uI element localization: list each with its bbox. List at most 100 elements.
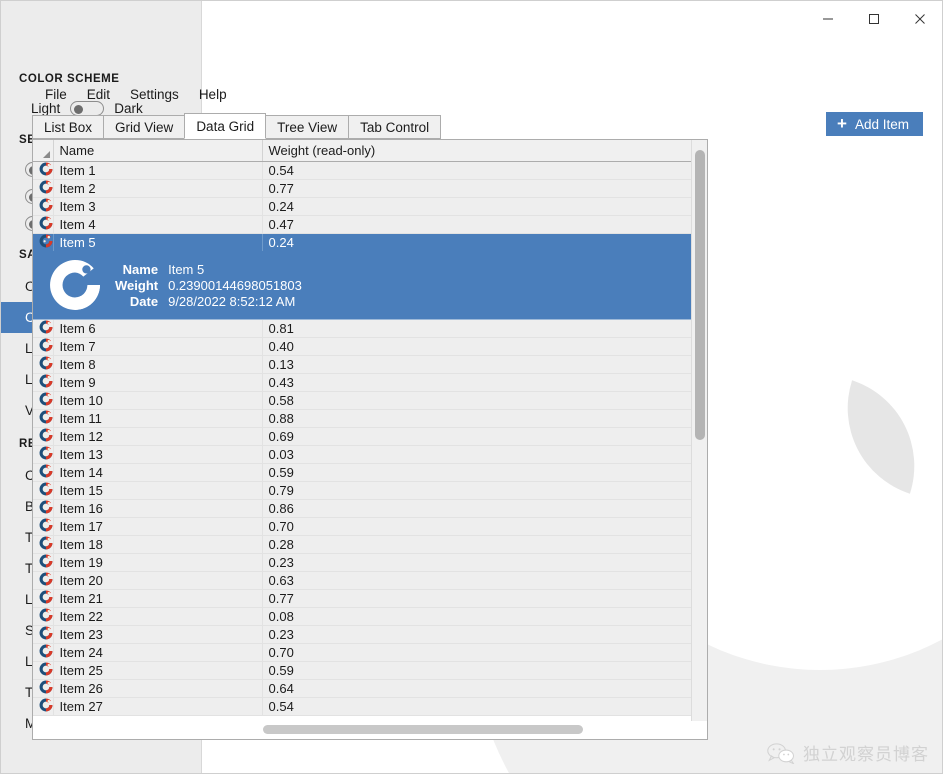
column-header-name[interactable]: Name: [53, 140, 263, 162]
cell-weight: 0.81: [262, 319, 692, 338]
cell-name[interactable]: Item 1: [53, 161, 263, 180]
cell-name[interactable]: Item 19: [53, 553, 263, 572]
cell-name[interactable]: Item 9: [53, 373, 263, 392]
tab-data-grid[interactable]: Data Grid: [184, 113, 267, 139]
cell-name[interactable]: Item 17: [53, 517, 263, 536]
cell-weight: 0.47: [262, 215, 692, 234]
cell-weight: 0.13: [262, 355, 692, 374]
row-item-icon: [33, 607, 54, 626]
horizontal-scrollbar[interactable]: [33, 721, 707, 739]
row-item-icon: [33, 589, 54, 608]
vertical-scrollbar-thumb[interactable]: [695, 150, 705, 440]
close-button[interactable]: [897, 0, 943, 38]
cell-name[interactable]: Item 21: [53, 589, 263, 608]
cell-name[interactable]: Item 12: [53, 427, 263, 446]
cell-name[interactable]: Item 25: [53, 661, 263, 680]
table-row[interactable]: Item 11 0.88: [33, 409, 692, 428]
table-row[interactable]: Item 16 0.86: [33, 499, 692, 518]
table-row[interactable]: Item 10 0.58: [33, 391, 692, 410]
row-item-icon: [33, 373, 54, 392]
table-row[interactable]: Item 15 0.79: [33, 481, 692, 500]
table-row[interactable]: Item 20 0.63: [33, 571, 692, 590]
add-item-button[interactable]: + Add Item: [826, 112, 923, 136]
select-all-corner-header[interactable]: [33, 140, 54, 162]
cell-name[interactable]: Item 10: [53, 391, 263, 410]
data-grid-body: Item 1 0.54 Item 2 0.77 Item 3 0.24 Item 4 0.47…: [33, 161, 692, 716]
table-row[interactable]: Item 4 0.47: [33, 215, 692, 234]
detail-value-name: Item 5: [168, 261, 205, 277]
row-detail-panel: Name Item 5 Weight 0.23900144698051803 Date 9…: [33, 251, 692, 320]
corner-triangle-icon: [42, 150, 50, 158]
table-row[interactable]: Item 5 0.24: [33, 233, 692, 252]
cell-name[interactable]: Item 13: [53, 445, 263, 464]
table-row[interactable]: Item 1 0.54: [33, 161, 692, 180]
row-item-icon: [33, 625, 54, 644]
cell-name[interactable]: Item 15: [53, 481, 263, 500]
menu-item-edit[interactable]: Edit: [78, 84, 119, 105]
table-row[interactable]: Item 23 0.23: [33, 625, 692, 644]
minimize-button[interactable]: [805, 0, 851, 38]
table-row[interactable]: Item 9 0.43: [33, 373, 692, 392]
cell-name[interactable]: Item 16: [53, 499, 263, 518]
cell-name[interactable]: Item 14: [53, 463, 263, 482]
table-row[interactable]: Item 27 0.54: [33, 697, 692, 716]
cell-name[interactable]: Item 26: [53, 679, 263, 698]
table-row[interactable]: Item 13 0.03: [33, 445, 692, 464]
table-row[interactable]: Item 14 0.59: [33, 463, 692, 482]
table-row[interactable]: Item 2 0.77: [33, 179, 692, 198]
column-header-weight[interactable]: Weight (read-only): [262, 140, 692, 162]
table-row[interactable]: Item 25 0.59: [33, 661, 692, 680]
row-item-icon: [33, 319, 54, 338]
cell-name[interactable]: Item 23: [53, 625, 263, 644]
table-row[interactable]: Item 7 0.40: [33, 337, 692, 356]
cell-weight: 0.24: [262, 233, 692, 252]
row-item-icon: [33, 179, 54, 198]
table-row[interactable]: Item 26 0.64: [33, 679, 692, 698]
cell-weight: 0.59: [262, 661, 692, 680]
tab-list-box[interactable]: List Box: [32, 115, 105, 139]
cell-weight: 0.03: [262, 445, 692, 464]
cell-weight: 0.86: [262, 499, 692, 518]
table-row[interactable]: Item 17 0.70: [33, 517, 692, 536]
table-row[interactable]: Item 12 0.69: [33, 427, 692, 446]
row-item-icon: [33, 337, 54, 356]
table-row[interactable]: Item 8 0.13: [33, 355, 692, 374]
table-row[interactable]: Item 6 0.81: [33, 319, 692, 338]
cell-name[interactable]: Item 18: [53, 535, 263, 554]
menu-item-file[interactable]: File: [36, 84, 76, 105]
maximize-button[interactable]: [851, 0, 897, 38]
cell-name[interactable]: Item 4: [53, 215, 263, 234]
table-row[interactable]: Item 18 0.28: [33, 535, 692, 554]
table-row[interactable]: Item 3 0.24: [33, 197, 692, 216]
cell-name[interactable]: Item 22: [53, 607, 263, 626]
cell-weight: 0.79: [262, 481, 692, 500]
add-item-label: Add Item: [854, 116, 909, 132]
cell-name[interactable]: Item 8: [53, 355, 263, 374]
tab-tab-control[interactable]: Tab Control: [348, 115, 442, 139]
table-row[interactable]: Item 24 0.70: [33, 643, 692, 662]
cell-name[interactable]: Item 2: [53, 179, 263, 198]
cell-name[interactable]: Item 7: [53, 337, 263, 356]
horizontal-scrollbar-thumb[interactable]: [263, 725, 583, 734]
row-item-icon: [33, 643, 54, 662]
cell-name[interactable]: Item 5: [53, 233, 263, 252]
cell-name[interactable]: Item 24: [53, 643, 263, 662]
menu-item-help[interactable]: Help: [190, 84, 236, 105]
cell-name[interactable]: Item 6: [53, 319, 263, 338]
tab-label: Data Grid: [196, 118, 255, 134]
row-item-icon: [33, 553, 54, 572]
row-item-icon: [33, 355, 54, 374]
cell-name[interactable]: Item 11: [53, 409, 263, 428]
cell-name[interactable]: Item 20: [53, 571, 263, 590]
window-controls: [805, 0, 943, 38]
table-row[interactable]: Item 19 0.23: [33, 553, 692, 572]
cell-name[interactable]: Item 27: [53, 697, 263, 716]
cell-name[interactable]: Item 3: [53, 197, 263, 216]
menu-item-settings[interactable]: Settings: [121, 84, 188, 105]
tab-tree-view[interactable]: Tree View: [265, 115, 350, 139]
table-row[interactable]: Item 21 0.77: [33, 589, 692, 608]
tab-grid-view[interactable]: Grid View: [103, 115, 186, 139]
row-item-icon: [33, 661, 54, 680]
table-row[interactable]: Item 22 0.08: [33, 607, 692, 626]
vertical-scrollbar[interactable]: [691, 140, 707, 721]
